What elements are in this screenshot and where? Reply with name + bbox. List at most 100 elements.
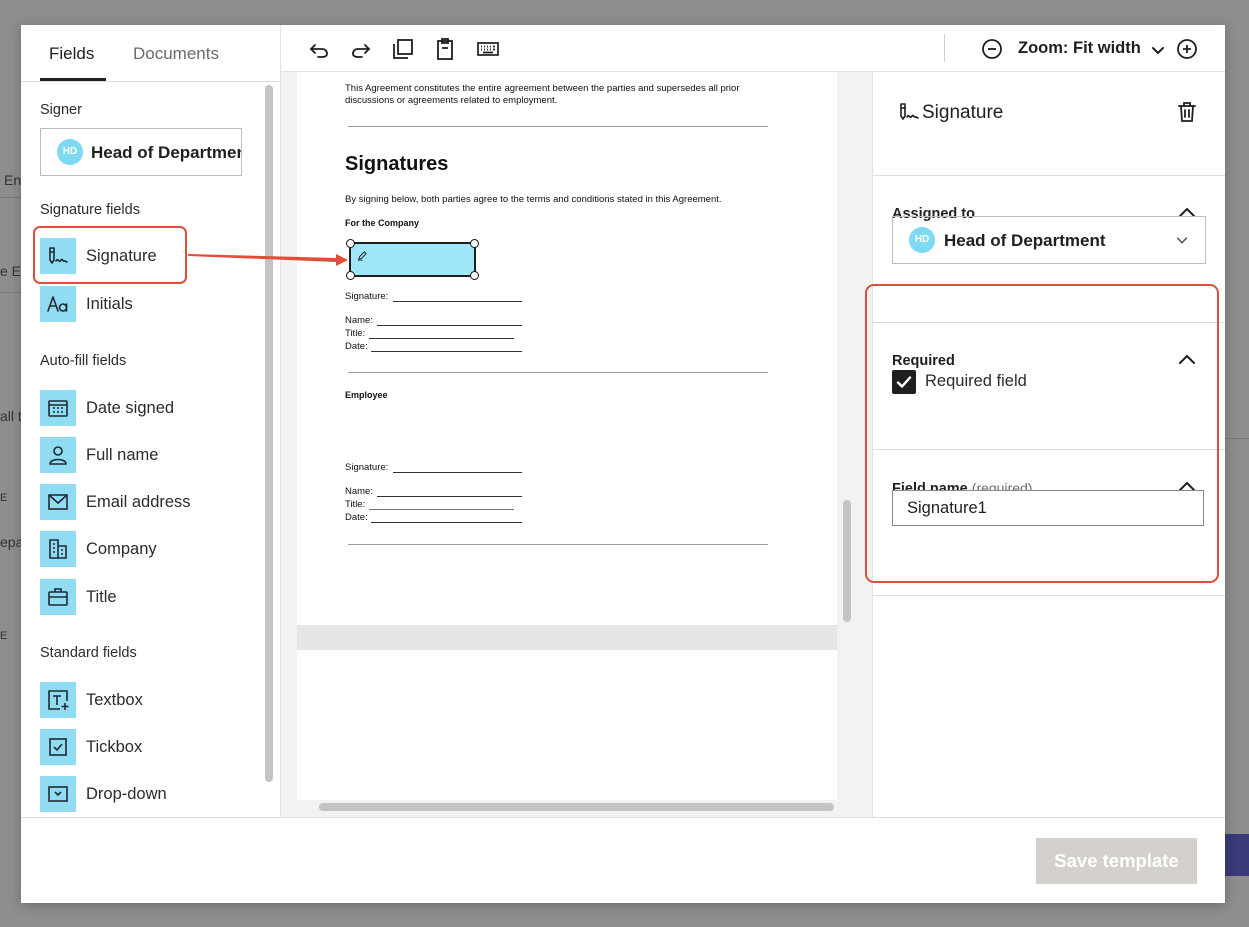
redo-button[interactable] [349, 37, 373, 61]
field-label: Date signed [86, 399, 175, 417]
document-horizontal-scrollbar[interactable] [319, 803, 834, 811]
person-icon [40, 437, 76, 473]
standard-fields-title: Standard fields [40, 645, 137, 661]
toolbar-separator [944, 34, 945, 62]
field-tickbox[interactable]: Tickbox [40, 729, 250, 765]
field-company[interactable]: Company [40, 531, 250, 567]
fill-line [377, 325, 522, 326]
trash-icon [1178, 102, 1196, 122]
background-text: E [0, 630, 8, 642]
field-date-signed[interactable]: Date signed [40, 390, 250, 426]
fields-panel: Fields Documents Signer HD Head of Depar… [21, 25, 281, 817]
avatar: HD [57, 139, 83, 165]
fill-line [393, 301, 522, 302]
signatures-lead: By signing below, both parties agree to … [345, 194, 722, 205]
copy-icon [393, 39, 413, 59]
zoom-in-button[interactable] [1175, 37, 1199, 61]
signer-select[interactable]: HD Head of Department [40, 128, 242, 176]
zoom-label: Zoom: Fit width [1018, 39, 1141, 57]
fields-panel-scrollbar[interactable] [265, 85, 273, 782]
resize-handle[interactable] [470, 239, 479, 248]
save-template-button[interactable]: Save template [1036, 838, 1197, 884]
undo-icon [309, 44, 328, 58]
date-line-label: Date: [345, 512, 368, 523]
page-divider [348, 372, 768, 373]
tab-fields[interactable]: Fields [49, 44, 94, 64]
background-text: epa [0, 534, 24, 550]
properties-highlight [865, 284, 1219, 583]
field-title[interactable]: Title [40, 579, 250, 615]
paste-button[interactable] [433, 37, 457, 61]
field-label: Initials [86, 295, 133, 313]
fill-line [369, 338, 514, 339]
background-text: e E [0, 263, 22, 279]
copy-button[interactable] [391, 37, 415, 61]
field-drop-down[interactable]: Drop-down [40, 776, 250, 812]
template-editor-modal: Fields Documents Signer HD Head of Depar… [21, 25, 1225, 903]
tab-documents[interactable]: Documents [133, 44, 219, 64]
assignee-select[interactable]: HD Head of Department [892, 216, 1206, 264]
tickbox-icon [40, 729, 76, 765]
document-page-next [297, 650, 837, 800]
initials-icon [40, 286, 76, 322]
page-divider [348, 126, 768, 127]
field-textbox[interactable]: Textbox [40, 682, 250, 718]
title-line-label: Title: [345, 328, 366, 339]
resize-handle[interactable] [346, 271, 355, 280]
background-button-edge [1225, 834, 1249, 876]
zoom-out-icon [982, 39, 1002, 59]
field-full-name[interactable]: Full name [40, 437, 250, 473]
field-label: Full name [86, 446, 159, 464]
keyboard-icon [477, 42, 499, 56]
undo-button[interactable] [307, 37, 331, 61]
zoom-in-icon [1177, 39, 1197, 59]
editor-toolbar: Zoom: Fit width [281, 25, 1225, 72]
panel-title: Signature [922, 102, 1004, 123]
envelope-icon [40, 484, 76, 520]
panel-divider [873, 175, 1225, 176]
title-line-label: Title: [345, 499, 366, 510]
field-label: Tickbox [86, 738, 143, 756]
document-canvas[interactable]: This Agreement constitutes the entire ag… [281, 72, 872, 817]
panel-divider [873, 595, 1225, 596]
background-divider [0, 292, 21, 293]
field-label: Email address [86, 493, 191, 511]
field-label: Company [86, 540, 157, 558]
chevron-down-icon [1176, 237, 1188, 244]
resize-handle[interactable] [470, 271, 479, 280]
assignee-name: Head of Department [944, 231, 1106, 250]
keyboard-shortcuts-button[interactable] [476, 37, 500, 61]
signatures-heading: Signatures [345, 153, 449, 175]
fill-line [377, 496, 522, 497]
dropdown-icon [40, 776, 76, 812]
textbox-icon [40, 682, 76, 718]
background-text: all t [0, 408, 22, 424]
name-line-label: Name: [345, 486, 373, 497]
date-line-label: Date: [345, 341, 368, 352]
signer-section-title: Signer [40, 102, 82, 118]
redo-icon [352, 44, 371, 58]
fill-line [371, 351, 522, 352]
delete-field-button[interactable] [1175, 100, 1199, 124]
modal-footer: Save template [21, 817, 1225, 903]
field-initials[interactable]: Initials [40, 286, 250, 322]
calendar-icon [40, 390, 76, 426]
fill-line [369, 509, 514, 510]
document-page: This Agreement constitutes the entire ag… [297, 72, 837, 625]
signature-fields-title: Signature fields [40, 202, 140, 218]
document-vertical-scrollbar[interactable] [843, 500, 851, 622]
field-email-address[interactable]: Email address [40, 484, 250, 520]
name-line-label: Name: [345, 315, 373, 326]
background-text: E [0, 492, 8, 504]
page-divider [348, 544, 768, 545]
field-label: Drop-down [86, 785, 167, 803]
pen-icon [357, 251, 367, 261]
autofill-fields-title: Auto-fill fields [40, 353, 127, 369]
signature-line-label: Signature: [345, 291, 389, 302]
fill-line [393, 472, 522, 473]
employee-label: Employee [345, 390, 388, 400]
placed-signature-field[interactable] [346, 239, 479, 280]
annotation-arrow [188, 254, 348, 266]
signature-field-highlight [33, 226, 187, 284]
zoom-out-button[interactable] [980, 37, 1004, 61]
